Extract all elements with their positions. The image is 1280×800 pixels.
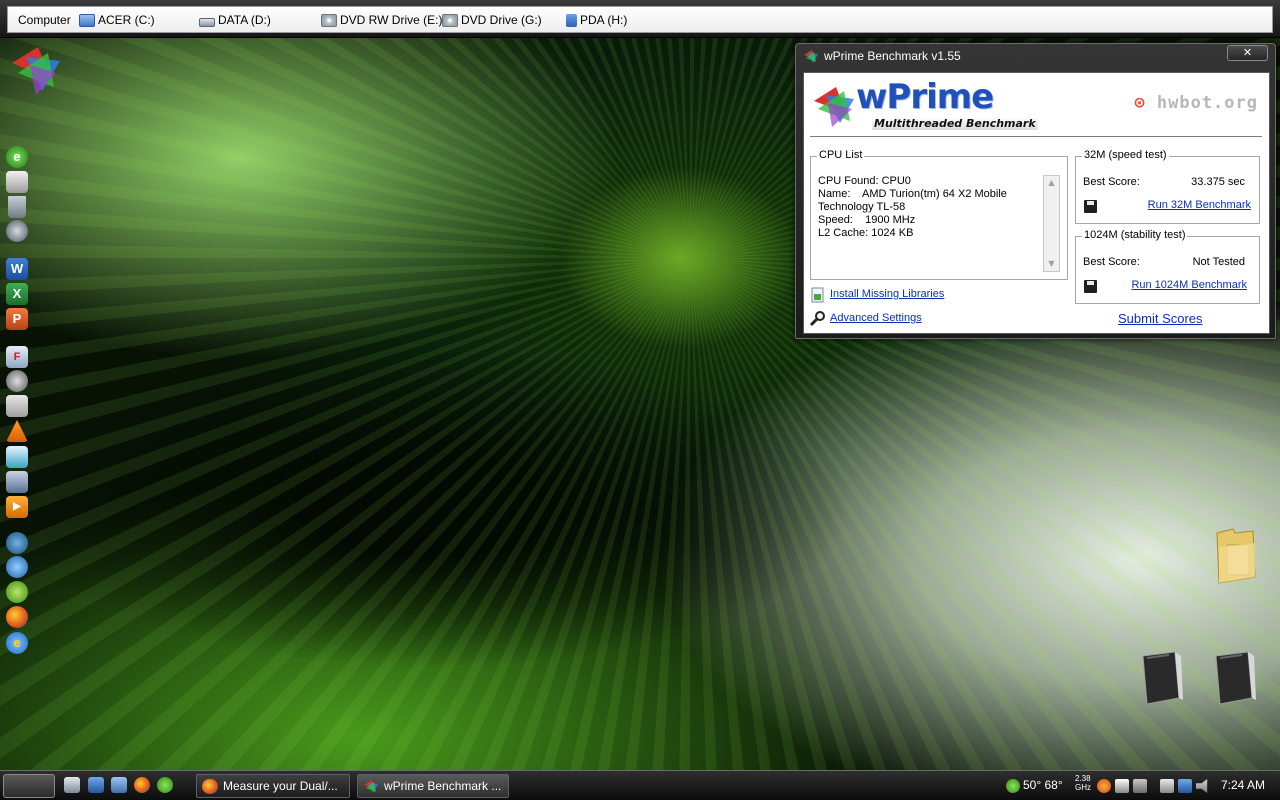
flash-icon[interactable]: F [6,346,28,368]
drive-e-button[interactable]: DVD RW Drive (E:) [321,11,442,29]
firefox-icon [202,779,218,794]
book-icon[interactable] [1212,650,1258,706]
drive-e-label: DVD RW Drive (E:) [340,13,443,27]
drive-g-button[interactable]: DVD Drive (G:) [442,11,542,29]
wprime-logo-text: wPrime [856,77,994,117]
start-button[interactable] [3,774,55,798]
hwbot-logo-text: hwbot.org [1156,93,1258,113]
network-icon[interactable] [6,220,28,242]
drive-h-button[interactable]: PDA (H:) [563,11,627,29]
weather-text[interactable]: 50° 68° [1023,778,1063,794]
monitor-icon[interactable] [1097,779,1111,793]
wrench-icon [809,311,826,327]
drive-c-button[interactable]: ACER (C:) [79,11,155,29]
switch-windows-icon[interactable] [111,777,127,793]
test-32m-legend: 32M (speed test) [1082,149,1169,161]
hard-drive-icon [199,17,215,27]
calculator-icon[interactable] [64,777,80,793]
show-desktop-icon[interactable] [88,777,104,793]
device-icon[interactable] [1133,779,1147,793]
powerpoint-icon[interactable]: P [6,308,28,330]
book-icon[interactable] [1139,650,1185,706]
test-32m-score-value: 33.375 sec [1191,176,1245,188]
media-icon[interactable] [6,370,28,392]
wprime-logo-icon[interactable] [8,43,66,97]
hard-drive-c-icon [79,13,95,27]
test-32m-score-label: Best Score: [1083,176,1140,188]
run-32m-button[interactable]: Run 32M Benchmark [1148,199,1251,211]
player-icon[interactable]: ▶ [6,496,28,518]
wprime-logo-mark [812,83,858,129]
firefox-icon[interactable] [6,606,28,628]
wprime-icon [363,779,379,794]
document-icon[interactable] [6,395,28,417]
dvd-drive-icon [442,13,458,27]
trash-icon[interactable] [8,196,26,218]
cpu-list-group: CPU List CPU Found: CPU0 Name: AMD Turio… [810,149,1068,280]
excel-icon[interactable]: X [6,283,28,305]
save-icon [1084,280,1097,293]
display-icon[interactable] [1115,779,1129,793]
finder-icon[interactable] [6,171,28,193]
taskbar-item-label: wPrime Benchmark ... [384,779,502,793]
word-icon[interactable]: W [6,258,28,280]
wprime-window: wPrime Benchmark v1.55 ✕ wPrime Multithr… [795,43,1276,339]
computer-label: Computer [18,13,71,27]
scroll-up-icon[interactable]: ▲ [1044,176,1059,190]
firefox-icon[interactable] [134,777,150,793]
taskbar-item-firefox[interactable]: Measure your Dual/... [196,774,350,798]
tools-icon[interactable] [6,471,28,493]
wprime-window-icon [803,49,819,64]
network-icon[interactable] [1178,779,1192,793]
drive-g-label: DVD Drive (G:) [461,13,542,27]
taskbar-item-wprime[interactable]: wPrime Benchmark ... [357,774,509,798]
save-icon [1084,200,1097,213]
cpu-list-legend: CPU List [817,149,865,161]
drive-c-label: ACER (C:) [98,13,155,27]
drive-h-label: PDA (H:) [580,13,628,27]
clock[interactable]: 7:24 AM [1221,778,1265,794]
utorrent-icon[interactable] [157,777,173,793]
weather-icon[interactable] [1006,779,1020,793]
pda-icon [566,13,577,27]
taskbar: Measure your Dual/... wPrime Benchmark .… [0,770,1280,800]
taskbar-item-label: Measure your Dual/... [223,779,338,793]
google-earth-icon[interactable] [6,556,28,578]
hwbot-logo[interactable]: ⊙ hwbot.org [1134,93,1258,113]
chip-icon[interactable] [6,581,28,603]
install-libraries-icon [810,287,826,303]
close-button[interactable]: ✕ [1227,45,1268,61]
test-32m-group: 32M (speed test) Best Score: 33.375 sec … [1075,149,1260,224]
volume-icon[interactable] [1196,779,1208,793]
wprime-tagline: Multithreaded Benchmark [872,117,1038,130]
vista-icon[interactable] [6,532,28,554]
drive-d-button[interactable]: DATA (D:) [199,11,271,29]
test-1024m-group: 1024M (stability test) Best Score: Not T… [1075,229,1260,304]
submit-scores-link[interactable]: Submit Scores [1118,311,1203,326]
drive-toolbar-panel: Computer ACER (C:) DATA (D:) DVD RW Driv… [7,6,1273,33]
logo-banner: wPrime Multithreaded Benchmark ⊙ hwbot.o… [810,77,1262,137]
install-libraries-link[interactable]: Install Missing Libraries [830,288,944,300]
drive-d-label: DATA (D:) [218,13,271,27]
drive-toolbar: Computer ACER (C:) DATA (D:) DVD RW Driv… [0,0,1280,38]
scroll-down-icon[interactable]: ▼ [1044,257,1059,271]
advanced-settings-link[interactable]: Advanced Settings [830,312,922,324]
messenger-icon[interactable]: e [6,146,28,168]
dvd-drive-icon [321,13,337,27]
computer-button[interactable]: Computer [18,11,71,29]
cpu-speed-text[interactable]: 2.38 GHz [1075,774,1095,798]
publisher-icon[interactable] [6,446,28,468]
battery-icon[interactable] [1160,779,1174,793]
run-1024m-button[interactable]: Run 1024M Benchmark [1131,279,1247,291]
test-1024m-score-label: Best Score: [1083,256,1140,268]
folder-icon[interactable] [1213,527,1259,585]
window-client-area: wPrime Multithreaded Benchmark ⊙ hwbot.o… [803,72,1270,334]
internet-explorer-icon[interactable]: e [6,632,28,654]
cpu-list-scrollbar[interactable]: ▲ ▼ [1043,175,1060,272]
cpu-list-text[interactable]: CPU Found: CPU0 Name: AMD Turion(tm) 64 … [818,175,1007,240]
test-1024m-legend: 1024M (stability test) [1082,229,1188,241]
test-1024m-score-value: Not Tested [1192,256,1245,268]
window-title: wPrime Benchmark v1.55 [824,49,961,63]
